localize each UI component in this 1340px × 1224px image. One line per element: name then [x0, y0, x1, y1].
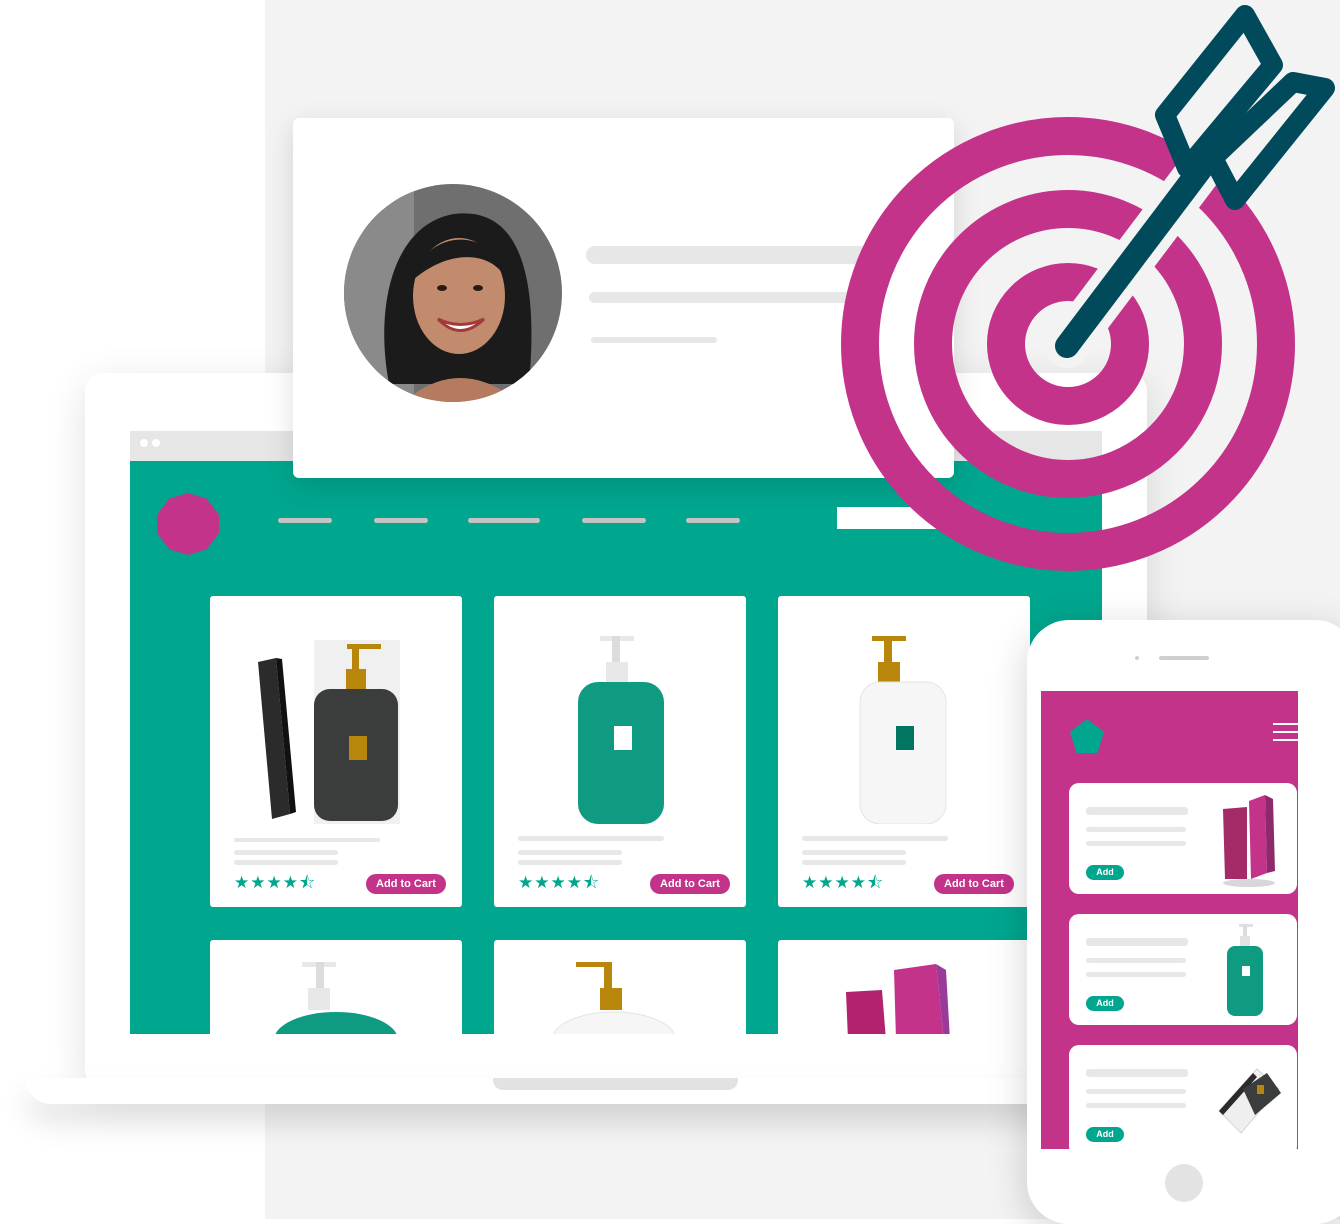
product-desc-placeholder [518, 860, 622, 865]
mobile-desc-placeholder [1086, 958, 1186, 963]
mobile-title-placeholder [1086, 807, 1188, 815]
site-logo[interactable] [157, 493, 219, 555]
product-title-placeholder [518, 836, 664, 841]
mobile-screen: Add Add Add [1041, 691, 1298, 1149]
nav-link-placeholder[interactable] [468, 518, 540, 523]
teal-pump-bottle-icon [1227, 924, 1263, 1016]
product-title-placeholder [802, 836, 948, 841]
mobile-title-placeholder [1086, 938, 1188, 946]
teal-pump-bottle-icon [578, 636, 664, 824]
star-rating: ★★★★⯪ [802, 873, 885, 892]
product-card[interactable] [778, 940, 1030, 1034]
phone-home-button[interactable] [1165, 1164, 1203, 1202]
mobile-title-placeholder [1086, 1069, 1188, 1077]
product-desc-placeholder [518, 850, 622, 855]
phone-camera [1135, 656, 1139, 660]
window-dot[interactable] [152, 439, 160, 447]
dark-bottle-in-box-icon [1218, 1068, 1281, 1134]
nav-link-placeholder[interactable] [374, 518, 428, 523]
star-rating: ★★★★⯪ [234, 873, 317, 892]
laptop-notch [493, 1078, 738, 1090]
mobile-desc-placeholder [1086, 827, 1186, 832]
star-rating: ★★★★⯪ [518, 873, 601, 892]
mobile-add-button[interactable]: Add [1086, 1127, 1124, 1142]
hamburger-menu-icon[interactable] [1273, 723, 1298, 741]
user-avatar-photo [344, 184, 562, 402]
white-pump-bottle-icon [552, 962, 676, 1034]
product-desc-placeholder [802, 860, 906, 865]
product-card[interactable]: ★★★★⯪ Add to Cart [210, 596, 462, 907]
mobile-logo[interactable] [1070, 719, 1104, 753]
magenta-boxes-icon [846, 964, 950, 1034]
phone-speaker [1159, 656, 1209, 660]
product-desc-placeholder [234, 850, 338, 855]
product-card[interactable] [210, 940, 462, 1034]
mobile-desc-placeholder [1086, 1089, 1186, 1094]
add-to-cart-button[interactable]: Add to Cart [650, 874, 730, 894]
add-to-cart-button[interactable]: Add to Cart [366, 874, 446, 894]
product-card[interactable] [494, 940, 746, 1034]
nav-link-placeholder[interactable] [686, 518, 740, 523]
product-card[interactable]: ★★★★⯪ Add to Cart [778, 596, 1030, 907]
nav-link-placeholder[interactable] [278, 518, 332, 523]
nav-link-placeholder[interactable] [582, 518, 646, 523]
product-desc-placeholder [802, 850, 906, 855]
product-card[interactable]: ★★★★⯪ Add to Cart [494, 596, 746, 907]
mobile-desc-placeholder [1086, 841, 1186, 846]
mobile-product-card[interactable]: Add [1069, 1045, 1297, 1149]
product-desc-placeholder [234, 860, 338, 865]
mobile-add-button[interactable]: Add [1086, 865, 1124, 880]
target-with-arrow-icon [841, 5, 1335, 571]
white-pump-bottle-icon [859, 636, 947, 824]
mobile-desc-placeholder [1086, 972, 1186, 977]
mobile-product-card[interactable]: Add [1069, 914, 1297, 1025]
product-title-placeholder [234, 838, 380, 842]
mobile-desc-placeholder [1086, 1103, 1186, 1108]
magenta-boxes-icon [1223, 795, 1275, 887]
window-dot[interactable] [140, 439, 148, 447]
profile-detail-placeholder [591, 337, 717, 343]
dark-pump-bottle-with-box-icon [258, 640, 400, 824]
teal-pump-bottle-icon [275, 962, 397, 1034]
mobile-add-button[interactable]: Add [1086, 996, 1124, 1011]
mobile-product-card[interactable]: Add [1069, 783, 1297, 894]
add-to-cart-button[interactable]: Add to Cart [934, 874, 1014, 894]
